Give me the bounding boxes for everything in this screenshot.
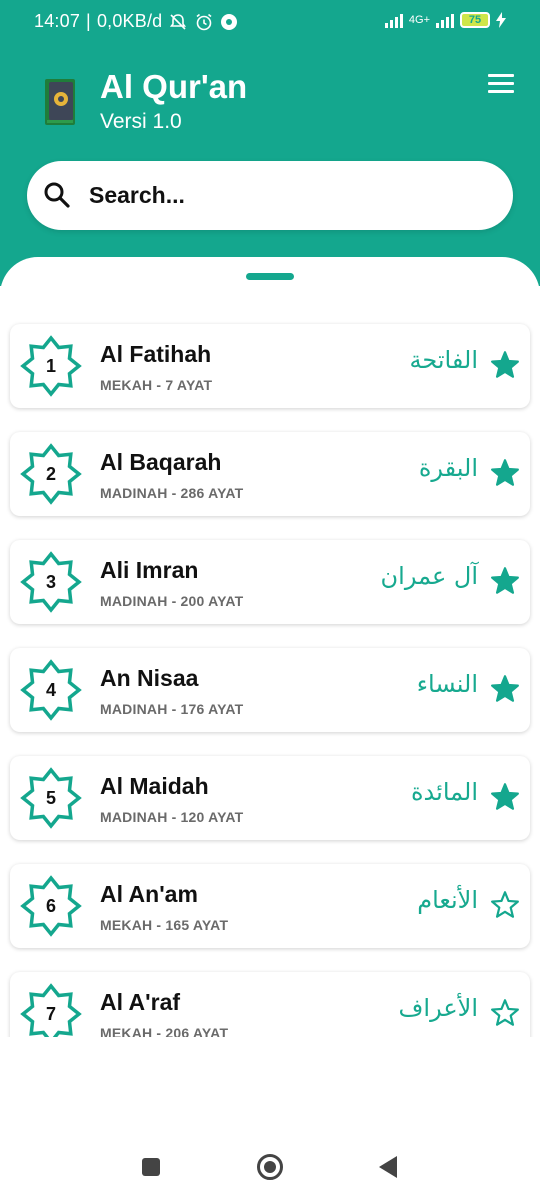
surah-card-7[interactable]: 7 Al A'raf MEKAH - 206 AYAT الأعراف xyxy=(10,972,530,1037)
network-speed: 0,0KB/d xyxy=(96,11,163,31)
surah-number: 2 xyxy=(45,464,56,484)
surah-card-3[interactable]: 3 Ali Imran MADINAH - 200 AYAT آل عمران xyxy=(10,540,530,624)
cell-signal-icon xyxy=(436,12,454,28)
surah-arabic-name: المائدة xyxy=(410,778,478,806)
app-header: Al Qur'an Versi 1.0 xyxy=(0,46,540,286)
surah-meta: MEKAH - 165 AYAT xyxy=(100,917,229,933)
recent-apps-button[interactable] xyxy=(142,1158,160,1176)
search-bar[interactable] xyxy=(27,161,513,230)
surah-number-badge: 6 xyxy=(20,875,82,937)
surah-card-2[interactable]: 2 Al Baqarah MADINAH - 286 AYAT البقرة xyxy=(10,432,530,516)
surah-name: Al A'raf xyxy=(100,989,181,1015)
vpn-icon xyxy=(221,13,238,30)
surah-card-6[interactable]: 6 Al An'am MEKAH - 165 AYAT الأنعام xyxy=(10,864,530,948)
surah-number-badge: 7 xyxy=(20,983,82,1037)
star-filled-icon[interactable] xyxy=(490,566,520,596)
app-title: Al Qur'an xyxy=(100,68,248,105)
home-button[interactable] xyxy=(257,1154,283,1180)
surah-name: Al Fatihah xyxy=(100,341,212,367)
surah-arabic-name: الفاتحة xyxy=(409,346,478,374)
star-filled-icon[interactable] xyxy=(490,674,520,704)
mute-bell-icon xyxy=(170,13,187,30)
star-outline-icon[interactable] xyxy=(490,890,520,920)
battery-indicator: 75 xyxy=(460,12,490,28)
search-icon xyxy=(44,182,70,208)
search-input[interactable] xyxy=(89,173,489,217)
status-time: 14:07 xyxy=(34,11,81,31)
charging-icon xyxy=(496,12,506,28)
wifi-signal-icon xyxy=(384,12,403,28)
app-version: Versi 1.0 xyxy=(100,110,182,133)
surah-number: 3 xyxy=(45,572,56,592)
surah-name: Al An'am xyxy=(100,881,198,907)
surah-number: 7 xyxy=(45,1004,56,1024)
surah-meta: MADINAH - 200 AYAT xyxy=(100,593,244,609)
hamburger-icon-line xyxy=(488,74,514,77)
alarm-icon xyxy=(196,13,212,30)
surah-number: 5 xyxy=(45,788,56,808)
surah-card-5[interactable]: 5 Al Maidah MADINAH - 120 AYAT المائدة xyxy=(10,756,530,840)
surah-number-badge: 3 xyxy=(20,551,82,613)
surah-number: 1 xyxy=(45,356,56,376)
hamburger-icon-line xyxy=(488,82,514,85)
surah-meta: MEKAH - 206 AYAT xyxy=(100,1025,229,1037)
surah-arabic-name: البقرة xyxy=(418,454,478,482)
surah-meta: MEKAH - 7 AYAT xyxy=(100,377,213,393)
surah-card-4[interactable]: 4 An Nisaa MADINAH - 176 AYAT النساء xyxy=(10,648,530,732)
hamburger-icon-line xyxy=(488,90,514,93)
surah-arabic-name: آل عمران xyxy=(380,562,478,590)
network-type: 4G+ xyxy=(408,14,430,26)
status-right: 4G+ 75 xyxy=(384,12,506,28)
surah-number: 6 xyxy=(45,896,56,916)
quran-book-icon xyxy=(45,79,75,125)
surah-number-badge: 5 xyxy=(20,767,82,829)
surah-name: An Nisaa xyxy=(100,665,199,691)
star-filled-icon[interactable] xyxy=(490,350,520,380)
menu-button[interactable] xyxy=(488,74,514,94)
back-button[interactable] xyxy=(379,1156,397,1178)
surah-name: Al Baqarah xyxy=(100,449,222,475)
surah-meta: MADINAH - 176 AYAT xyxy=(100,701,244,717)
surah-sheet: 1 Al Fatihah MEKAH - 7 AYAT الفاتحة 2 Al… xyxy=(0,257,540,1037)
surah-arabic-name: الأنعام xyxy=(417,886,478,914)
surah-number-badge: 2 xyxy=(20,443,82,505)
surah-number-badge: 1 xyxy=(20,335,82,397)
surah-meta: MADINAH - 120 AYAT xyxy=(100,809,244,825)
surah-arabic-name: الأعراف xyxy=(398,994,478,1022)
star-outline-icon[interactable] xyxy=(490,998,520,1028)
surah-name: Ali Imran xyxy=(100,557,199,583)
surah-meta: MADINAH - 286 AYAT xyxy=(100,485,244,501)
surah-name: Al Maidah xyxy=(100,773,209,799)
surah-arabic-name: النساء xyxy=(416,670,478,698)
surah-number-badge: 4 xyxy=(20,659,82,721)
status-left: 14:07 | 0,0KB/d xyxy=(34,11,238,32)
star-filled-icon[interactable] xyxy=(490,458,520,488)
surah-card-1[interactable]: 1 Al Fatihah MEKAH - 7 AYAT الفاتحة xyxy=(10,324,530,408)
status-bar: 14:07 | 0,0KB/d 4G+ 75 xyxy=(0,0,540,46)
drag-handle[interactable] xyxy=(246,273,294,280)
star-filled-icon[interactable] xyxy=(490,782,520,812)
surah-number: 4 xyxy=(45,680,56,700)
system-nav-bar xyxy=(0,1134,540,1200)
